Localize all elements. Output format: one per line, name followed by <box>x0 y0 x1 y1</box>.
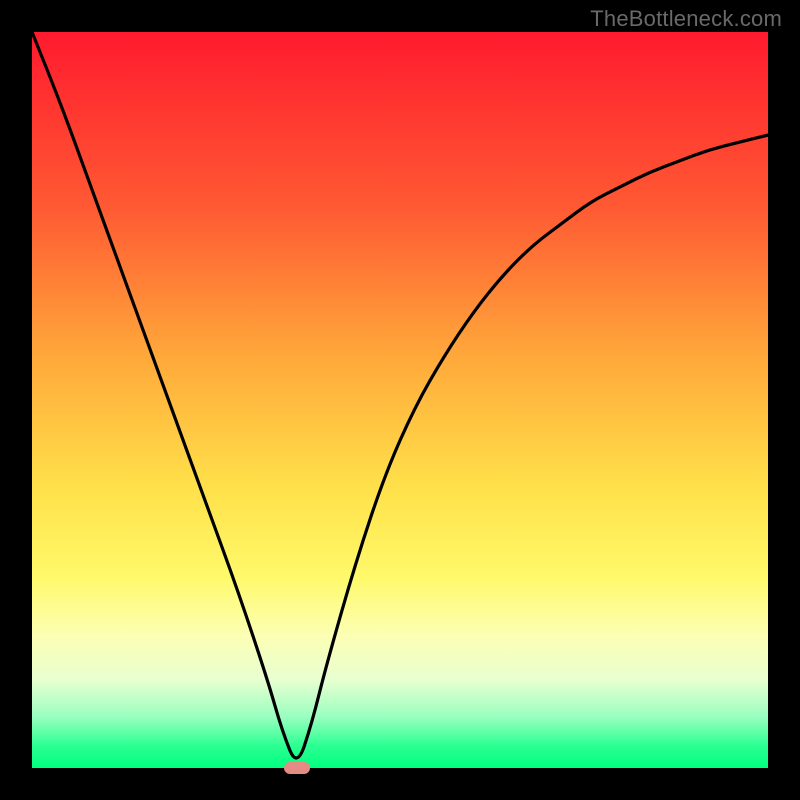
optimal-marker <box>284 762 310 774</box>
watermark-text: TheBottleneck.com <box>590 6 782 32</box>
chart-frame: TheBottleneck.com <box>0 0 800 800</box>
bottleneck-curve <box>32 32 768 768</box>
plot-area <box>32 32 768 768</box>
